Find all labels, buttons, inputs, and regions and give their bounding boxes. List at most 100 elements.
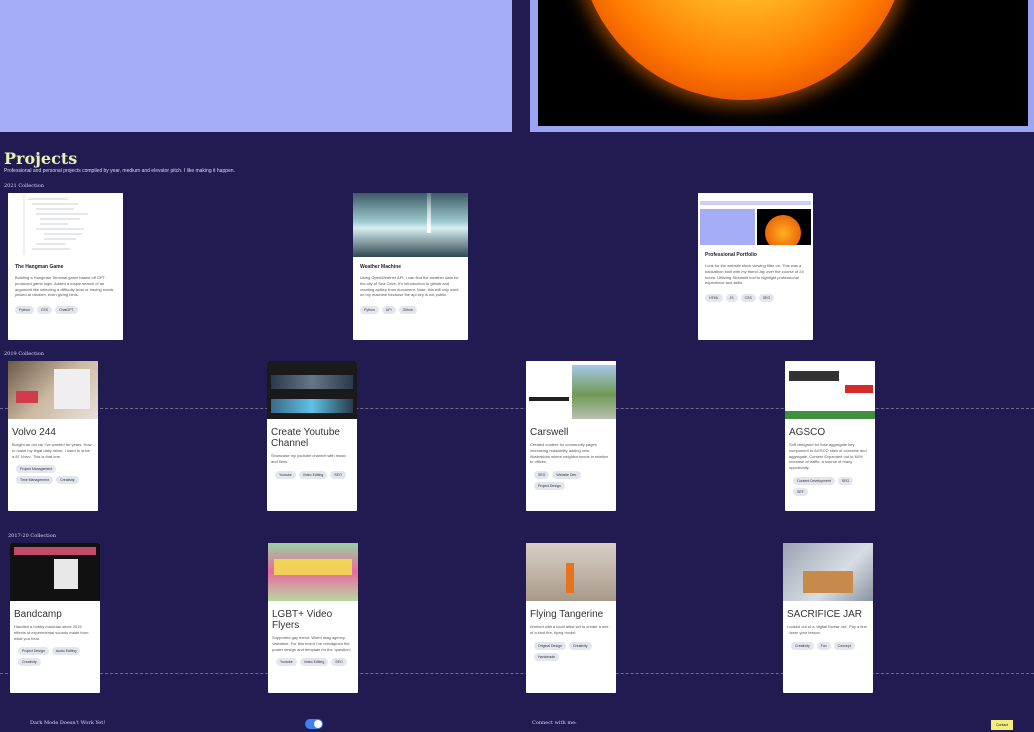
hero-color-panel [0, 0, 512, 132]
card-thumbnail [698, 193, 813, 245]
project-card-flying-tangerine[interactable]: Flying Tangerine Worked with a local art… [526, 543, 616, 693]
tag: HTML [705, 294, 723, 303]
card-title: Create Youtube Channel [271, 427, 340, 449]
card-thumbnail [268, 543, 358, 601]
card-description: Supported gay friend. Weird drag agency,… [272, 635, 352, 652]
card-title: Bandcamp [14, 609, 62, 620]
photo-detail [845, 385, 873, 393]
card-title: Weather Machine [360, 264, 402, 270]
project-card-youtube[interactable]: Create Youtube Channel Showcase my youtu… [267, 361, 357, 511]
project-card-lgbt-flyers[interactable]: LGBT+ Video Flyers Supported gay friend.… [268, 543, 358, 693]
card-title: Professional Portfolio [705, 252, 757, 258]
dark-mode-toggle[interactable] [305, 719, 323, 729]
card-thumbnail [8, 361, 98, 419]
card-title: Flying Tangerine [530, 609, 604, 620]
card-title: Volvo 244 [12, 427, 56, 438]
tag-list: Project Management Time Management Creat… [16, 465, 92, 485]
card-title: SACRIFICE JAR [787, 609, 863, 620]
tag: Content Development [793, 476, 835, 485]
card-description: Showcase my youtube channel with music a… [271, 453, 347, 464]
tag: JS [725, 294, 738, 303]
card-title: Carswell [530, 427, 569, 438]
light-beam-graphic [427, 193, 431, 233]
tag: Original Design [534, 641, 566, 650]
card-thumbnail [785, 361, 875, 419]
mini-hero-right [757, 209, 811, 245]
tag: Youtube [275, 470, 296, 479]
card-description: Building a Hangman Terminal game based o… [15, 275, 114, 298]
card-thumbnail [8, 193, 123, 257]
project-card-sacrifice-jar[interactable]: SACRIFICE JAR Looked out of a 'digital S… [783, 543, 873, 693]
tag: ChatGPT [55, 306, 78, 315]
divider [0, 673, 1034, 674]
tag: SEF [793, 487, 808, 496]
tag-list: Creativity Fun Concept [791, 641, 867, 650]
tag: Fun [816, 641, 831, 650]
tag: Creativity [18, 658, 41, 667]
photo-detail [54, 559, 78, 589]
tag: Time Management [16, 476, 54, 485]
tag: Website Dev. [552, 471, 581, 480]
section-label-2017: 2017-20 Collection [8, 533, 56, 539]
tag: Youtube [276, 658, 297, 667]
card-title: LGBT+ Video Flyers [272, 609, 333, 631]
photo-detail [54, 369, 90, 409]
text-block [529, 397, 569, 401]
divider [0, 408, 1034, 409]
photo-detail [14, 547, 96, 555]
card-description: Created content for community pages incr… [530, 442, 609, 465]
mini-hero-left [700, 209, 755, 245]
mini-navbar [700, 201, 811, 205]
card-thumbnail [353, 193, 468, 257]
video-row [271, 399, 353, 413]
project-card-agsco[interactable]: AGSCO Soft designed for fuse aggregate k… [785, 361, 875, 511]
tag: Concept [833, 641, 855, 650]
photo-detail [572, 365, 616, 419]
tag-list: Youtube Video Editing SEO [275, 470, 351, 479]
page-subtitle: Professional and personal projects compi… [4, 168, 235, 174]
hero-banner [0, 0, 1034, 132]
photo-detail [789, 371, 839, 381]
card-thumbnail [526, 361, 616, 419]
card-title: The Hangman Game [15, 264, 64, 270]
tag-list: Original Design Creativity Handmade [534, 641, 610, 661]
photo-detail [785, 411, 875, 419]
tag: Project Design [534, 482, 565, 491]
tag: Python [360, 306, 379, 315]
tag: Python [15, 306, 34, 315]
tag: SEO [534, 471, 550, 480]
project-card-weather[interactable]: Weather Machine Using OpenWeather API, I… [353, 193, 468, 340]
tag: SEO [331, 658, 347, 667]
card-thumbnail [526, 543, 616, 601]
tag-list: HTML JS CSS SEO [705, 294, 807, 303]
contact-button[interactable]: Contact [991, 720, 1013, 730]
tag: CSS [36, 306, 53, 315]
tag: Creativity [56, 476, 79, 485]
tag: Github [398, 306, 417, 315]
tag: CSS [740, 294, 756, 303]
card-description: Soft designed for fuse aggregate key com… [789, 442, 867, 471]
project-card-hangman[interactable]: The Hangman Game Building a Hangman Term… [8, 193, 123, 340]
tag: Project Management [16, 465, 57, 474]
card-title: AGSCO [789, 427, 826, 438]
card-description: Bought an old car I've wanted for years.… [12, 442, 92, 459]
project-card-bandcamp[interactable]: Bandcamp Handled a hobby musician since … [10, 543, 100, 693]
section-label-2021: 2021 Collection [4, 183, 44, 189]
tag-list: SEO Website Dev. Project Design [534, 471, 610, 491]
project-card-volvo[interactable]: Volvo 244 Bought an old car I've wanted … [8, 361, 98, 511]
tag-list: Project Design Audio Editing Creativity [18, 647, 94, 667]
card-description: Worked with a local artist set to create… [530, 624, 609, 635]
video-row [271, 375, 353, 389]
photo-detail [566, 563, 574, 593]
tag: Creativity [568, 641, 592, 650]
section-label-2019: 2019 Collection [4, 351, 44, 357]
photo-detail [274, 559, 352, 575]
project-card-carswell[interactable]: Carswell Created content for community p… [526, 361, 616, 511]
tag: SEO [837, 476, 854, 485]
sun-graphic [578, 0, 908, 100]
card-description: Handled a hobby musician since 2015 effe… [14, 624, 89, 641]
tag-list: Content Development SEO SEF [793, 476, 869, 496]
tag-list: Python CSS ChatGPT [15, 306, 117, 315]
tag: Project Design [18, 647, 49, 656]
project-card-portfolio[interactable]: Professional Portfolio Look for the webs… [698, 193, 813, 340]
